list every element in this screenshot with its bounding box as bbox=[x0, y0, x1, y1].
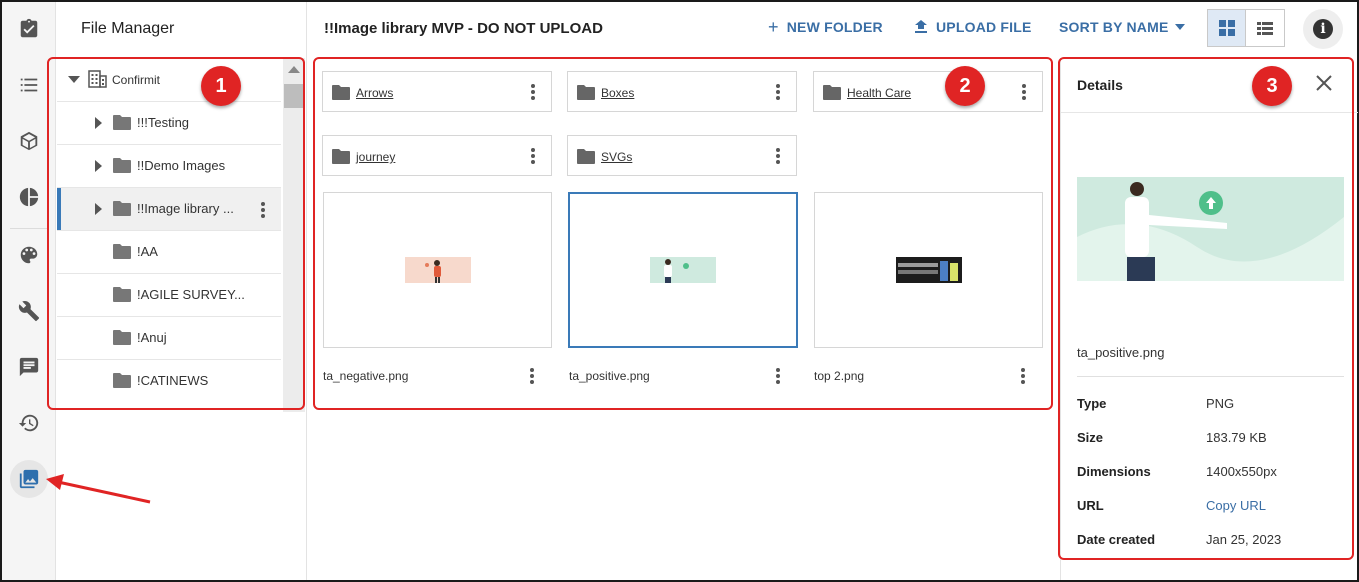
upload-icon bbox=[915, 20, 927, 33]
new-folder-label: NEW FOLDER bbox=[786, 19, 883, 35]
annotation-badge-2: 2 bbox=[945, 66, 985, 106]
pie-chart-icon[interactable] bbox=[10, 178, 48, 216]
upload-file-label: UPLOAD FILE bbox=[936, 19, 1032, 35]
palette-icon[interactable] bbox=[10, 236, 48, 274]
upload-file-button[interactable]: UPLOAD FILE bbox=[914, 19, 1032, 35]
new-folder-button[interactable]: + NEW FOLDER bbox=[768, 17, 883, 37]
cube-icon[interactable] bbox=[10, 122, 48, 160]
grid-view-button[interactable] bbox=[1208, 10, 1247, 46]
caret-down-icon bbox=[1174, 24, 1185, 30]
annotation-badge-3: 3 bbox=[1252, 66, 1292, 106]
list-view-button[interactable] bbox=[1246, 10, 1284, 46]
annotation-box-3 bbox=[1058, 57, 1354, 560]
sort-dropdown[interactable]: SORT BY NAME bbox=[1059, 19, 1185, 35]
annotation-box-2 bbox=[313, 57, 1053, 410]
clipboard-check-icon[interactable] bbox=[10, 10, 48, 48]
info-button[interactable]: i bbox=[1303, 9, 1343, 49]
history-icon[interactable] bbox=[10, 404, 48, 442]
info-icon: i bbox=[1313, 19, 1333, 39]
annotation-arrow-icon bbox=[46, 474, 151, 504]
annotation-box-1 bbox=[47, 57, 305, 410]
comment-icon[interactable] bbox=[10, 348, 48, 386]
rail-divider bbox=[10, 228, 48, 229]
sort-label: SORT BY NAME bbox=[1059, 19, 1169, 35]
page-title: File Manager bbox=[81, 20, 175, 37]
view-toggle bbox=[1207, 9, 1285, 47]
annotation-badge-1: 1 bbox=[201, 66, 241, 106]
list-icon[interactable] bbox=[10, 66, 48, 104]
plus-icon: + bbox=[768, 17, 779, 37]
folder-title: !!Image library MVP - DO NOT UPLOAD bbox=[324, 20, 603, 37]
grid-view-icon bbox=[1218, 20, 1235, 36]
list-view-icon bbox=[1257, 22, 1273, 35]
wrench-icon[interactable] bbox=[10, 292, 48, 330]
